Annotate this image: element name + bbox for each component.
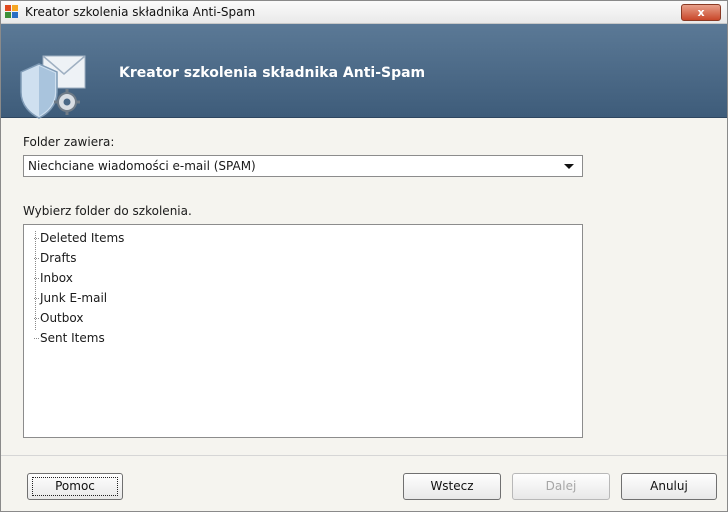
select-folder-label: Wybierz folder do szkolenia. (23, 204, 192, 218)
folder-type-value: Niechciane wiadomości e-mail (SPAM) (28, 159, 256, 173)
cancel-button[interactable]: Anuluj (621, 473, 717, 500)
banner-title: Kreator szkolenia składnika Anti-Spam (119, 65, 426, 81)
back-button[interactable]: Wstecz (403, 473, 501, 500)
tree-item-inbox[interactable]: Inbox (34, 268, 73, 288)
tree-item-outbox[interactable]: Outbox (34, 308, 83, 328)
wizard-banner: Kreator szkolenia składnika Anti-Spam (1, 24, 727, 119)
folder-tree[interactable]: Deleted Items Drafts Inbox Junk E-mail O… (23, 224, 583, 438)
chevron-down-icon[interactable] (564, 164, 574, 169)
tree-connector (35, 231, 37, 330)
wizard-window: Kreator szkolenia składnika Anti-Spam x … (0, 0, 728, 512)
focus-ring (32, 477, 118, 496)
shield-envelope-gear-icon (15, 52, 89, 124)
tree-item-drafts[interactable]: Drafts (34, 248, 77, 268)
tree-item-deleted-items[interactable]: Deleted Items (34, 228, 124, 248)
folder-type-dropdown[interactable]: Niechciane wiadomości e-mail (SPAM) (23, 155, 583, 177)
title-bar[interactable]: Kreator szkolenia składnika Anti-Spam x (1, 1, 727, 24)
avg-logo-icon (5, 5, 19, 19)
footer-divider (1, 455, 727, 456)
window-title: Kreator szkolenia składnika Anti-Spam (25, 5, 256, 19)
help-button[interactable]: Pomoc (27, 473, 123, 500)
tree-item-sent-items[interactable]: Sent Items (34, 328, 105, 348)
tree-item-junk-email[interactable]: Junk E-mail (34, 288, 107, 308)
next-button[interactable]: Dalej (512, 473, 610, 500)
folder-contains-label: Folder zawiera: (23, 135, 115, 149)
close-button[interactable]: x (681, 4, 721, 21)
